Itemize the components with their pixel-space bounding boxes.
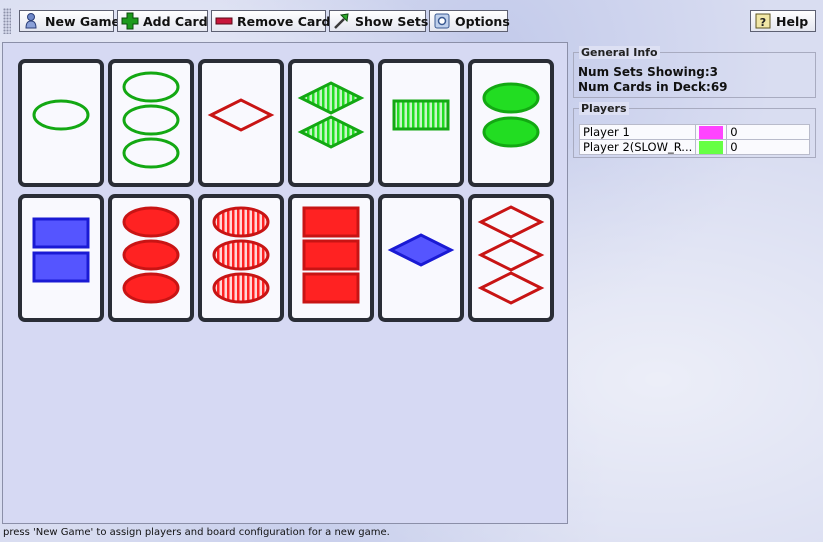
set-card[interactable]: [108, 194, 194, 322]
svg-text:?: ?: [760, 16, 766, 29]
options-label: Options: [455, 13, 510, 29]
card-symbol-oval: [122, 104, 180, 136]
card-symbol-oval: [122, 206, 180, 238]
card-symbol-oval: [212, 206, 270, 238]
card-symbol-diamond: [297, 81, 365, 115]
set-card[interactable]: [18, 194, 104, 322]
player-row[interactable]: Player 1 0: [578, 124, 810, 140]
card-face: [32, 99, 90, 131]
sets-showing-text: Num Sets Showing:3: [578, 65, 719, 79]
set-card[interactable]: [378, 194, 464, 322]
set-card[interactable]: [18, 59, 104, 187]
card-symbol-rectangle: [302, 239, 360, 271]
general-info-title: General Info: [579, 46, 660, 59]
help-button[interactable]: ? Help: [750, 10, 816, 32]
help-label: Help: [776, 13, 809, 29]
player-color-swatch: [695, 139, 728, 155]
card-symbol-oval: [212, 272, 270, 304]
set-card[interactable]: [288, 59, 374, 187]
remove-card-button[interactable]: Remove Card: [211, 10, 330, 32]
plus-icon: [121, 12, 139, 30]
set-card[interactable]: [198, 59, 284, 187]
card-face: [297, 81, 365, 149]
new-game-label: New Game: [45, 13, 121, 29]
add-card-label: Add Card: [143, 13, 208, 29]
set-card[interactable]: [108, 59, 194, 187]
card-face: [122, 206, 180, 304]
set-card[interactable]: [288, 194, 374, 322]
toolbar: New Game Add Card Remove Card Show Sets: [0, 0, 823, 40]
card-face: [387, 233, 455, 267]
player-score: 0: [726, 124, 810, 140]
card-face: [122, 71, 180, 169]
players-table: Player 1 0 Player 2(SLOW_R... 0: [578, 124, 810, 155]
set-card[interactable]: [468, 194, 554, 322]
card-symbol-diamond: [477, 271, 545, 305]
card-symbol-diamond: [477, 238, 545, 272]
card-face: [392, 99, 450, 131]
minus-icon: [215, 12, 233, 30]
card-symbol-rectangle: [32, 217, 90, 249]
toolbar-grip[interactable]: [3, 8, 11, 34]
options-icon: [433, 12, 451, 30]
card-symbol-rectangle: [302, 206, 360, 238]
card-face: [32, 217, 90, 283]
wand-icon: [333, 12, 351, 30]
set-card[interactable]: [198, 194, 284, 322]
card-symbol-rectangle: [392, 99, 450, 131]
card-face: [302, 206, 360, 304]
card-symbol-diamond: [387, 233, 455, 267]
status-bar: press 'New Game' to assign players and b…: [3, 527, 390, 538]
cards-in-deck-text: Num Cards in Deck:69: [578, 80, 728, 94]
card-symbol-oval: [122, 272, 180, 304]
card-symbol-oval: [122, 239, 180, 271]
add-card-button[interactable]: Add Card: [117, 10, 208, 32]
player-score: 0: [726, 139, 810, 155]
card-symbol-oval: [122, 137, 180, 169]
remove-card-label: Remove Card: [237, 13, 331, 29]
card-symbol-oval: [32, 99, 90, 131]
card-face: [207, 98, 275, 132]
new-game-button[interactable]: New Game: [19, 10, 120, 32]
card-face: [212, 206, 270, 304]
card-symbol-oval: [482, 82, 540, 114]
card-symbol-diamond: [477, 205, 545, 239]
show-sets-button[interactable]: Show Sets: [329, 10, 429, 32]
card-face: [477, 205, 545, 305]
card-symbol-diamond: [297, 115, 365, 149]
players-panel: Players Player 1 0 Player 2(SLOW_R... 0: [573, 102, 816, 158]
player-row[interactable]: Player 2(SLOW_R... 0: [578, 139, 810, 155]
card-symbol-oval: [482, 116, 540, 148]
players-title: Players: [579, 102, 629, 115]
card-face: [482, 82, 540, 148]
player-color-swatch: [695, 124, 728, 140]
help-icon: ?: [754, 12, 772, 30]
card-symbol-oval: [122, 71, 180, 103]
new-game-icon: [23, 12, 41, 30]
player-name: Player 2(SLOW_R...: [578, 139, 697, 155]
set-card[interactable]: [468, 59, 554, 187]
card-symbol-rectangle: [32, 251, 90, 283]
show-sets-label: Show Sets: [355, 13, 429, 29]
general-info-panel: General Info Num Sets Showing:3 Num Card…: [573, 46, 816, 98]
set-card[interactable]: [378, 59, 464, 187]
options-button[interactable]: Options: [429, 10, 510, 32]
player-name: Player 1: [578, 124, 697, 140]
card-symbol-diamond: [207, 98, 275, 132]
card-symbol-oval: [212, 239, 270, 271]
card-symbol-rectangle: [302, 272, 360, 304]
